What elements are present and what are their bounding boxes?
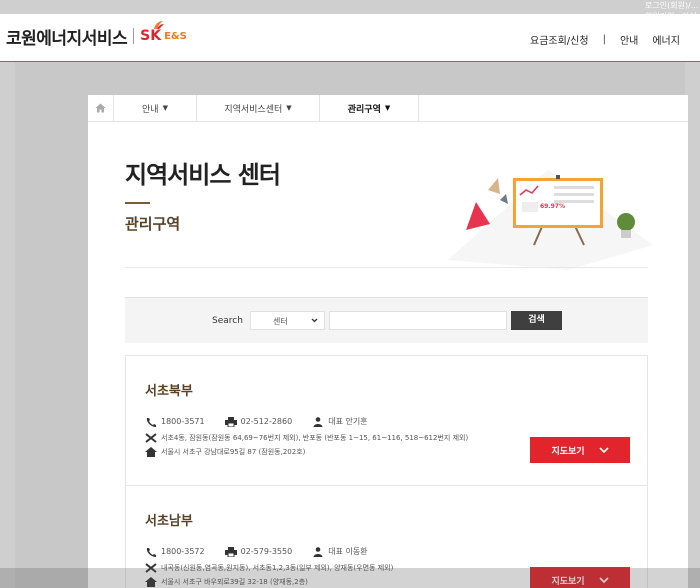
contact-row: 1800-3572 02-579-3550 대표 이동환 [145,546,368,557]
search-bar: Search 센터 검색 [125,297,648,343]
fax-number: 02-512-2860 [240,417,293,426]
logo-divider [133,28,135,44]
tab-service-center[interactable]: 지역서비스센터 ▼ [197,95,320,121]
search-button[interactable]: 검색 [511,311,562,330]
presentation-board-illustration: 69.97% [448,170,653,270]
search-category-value: 센터 [273,317,288,326]
title-underline [125,202,150,204]
site-header: 코원에너지서비스 SK E&S 요금조회/신청 | 안내 에너지 [0,14,700,62]
search-input[interactable] [329,311,507,330]
person-icon [313,416,323,427]
fax-icon [224,416,237,427]
phone-number: 1800-3572 [161,547,205,556]
chevron-down-icon: ▼ [384,104,391,112]
tab-management-area[interactable]: 관리구역 ▼ [320,95,419,121]
ceo-name: 대표 이동환 [328,547,368,556]
tab-service-center-label: 지역서비스센터 [224,104,283,115]
phone-icon [146,547,156,557]
contact-row: 1800-3571 02-512-2860 대표 안기훈 [145,416,368,427]
chevron-down-icon [598,447,609,454]
view-map-button[interactable]: 지도보기 [530,437,630,463]
sk-text: SK [140,28,162,44]
gnb-separator: | [602,34,606,45]
es-text: E&S [164,30,187,42]
main-content: 안내 ▼ 지역서비스센터 ▼ 관리구역 ▼ 지역서비스 센터 관리구역 69.9… [88,95,688,588]
service-area: 서초4동, 잠원동(잠원동 64,69~76번지 제외), 반포동 (반포동 1… [161,434,469,442]
chevron-down-icon: ▼ [162,104,168,112]
tools-icon [145,433,157,443]
search-label: Search [212,316,243,326]
person-icon [313,546,323,557]
fax-number: 02-579-3550 [240,547,293,556]
phone-number: 1800-3571 [161,417,205,426]
sub-navigation: 안내 ▼ 지역서비스센터 ▼ 관리구역 ▼ [88,95,688,122]
gnb-billing[interactable]: 요금조회/신청 [530,32,589,47]
service-area-row: 서초4동, 잠원동(잠원동 64,69~76번지 제외), 반포동 (반포동 1… [145,433,468,443]
divider [125,267,648,268]
svg-text:69.97%: 69.97% [540,203,565,210]
chevron-down-icon: ▼ [286,104,292,112]
fax-icon [224,546,237,557]
gnb-guide[interactable]: 안내 [620,32,638,47]
tab-guide[interactable]: 안내 ▼ [114,95,197,121]
tab-management-area-label: 관리구역 [347,104,381,115]
site-logo[interactable]: 코원에너지서비스 SK E&S [6,21,187,50]
view-map-label: 지도보기 [551,446,585,457]
sk-wing-icon [154,21,165,29]
home-icon [95,103,106,113]
address: 서울시 서초구 강남대로95길 87 (잠원동,202호) [161,448,306,456]
home-icon [145,447,157,457]
tab-guide-label: 안내 [142,104,159,115]
phone-icon [146,417,156,427]
gnb-energy[interactable]: 에너지 [652,32,680,47]
search-category-select[interactable]: 센터 [250,311,325,330]
ceo-name: 대표 안기훈 [328,417,368,426]
center-name: 서초북부 [145,384,193,399]
chevron-down-icon [311,315,318,327]
page-title: 지역서비스 센터 [125,161,281,189]
sk-logo: SK [140,21,165,44]
address-row: 서울시 서초구 강남대로95길 87 (잠원동,202호) [145,447,305,457]
bottom-overlay [0,568,700,588]
home-button[interactable] [88,95,114,121]
login-link[interactable]: 로그인(회원)/... [645,0,698,11]
center-card: 서초북부 1800-3571 02-512-2860 대표 안기훈 서초4동, … [125,355,648,486]
page-subtitle: 관리구역 [125,215,181,233]
global-nav: 요금조회/신청 | 안내 에너지 [530,32,694,47]
brand-name: 코원에너지서비스 [6,28,128,49]
center-name: 서초남부 [145,514,193,529]
